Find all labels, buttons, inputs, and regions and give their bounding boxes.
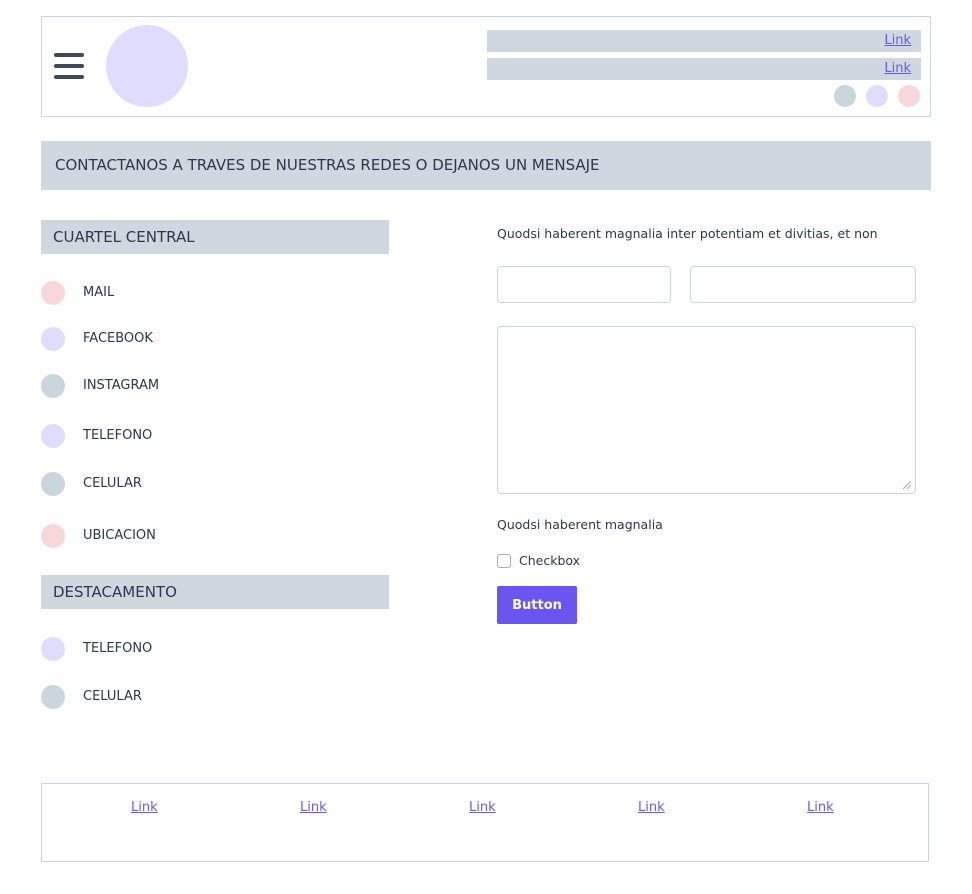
mobile-icon xyxy=(41,472,65,496)
footer-link[interactable]: Link xyxy=(469,800,496,815)
hamburger-menu-icon[interactable] xyxy=(54,53,84,79)
contact-item-celular[interactable]: CELULAR xyxy=(41,472,371,496)
cuartel-central-header: CUARTEL CENTRAL xyxy=(41,220,389,254)
site-header: Link Link xyxy=(41,16,931,117)
logo-placeholder[interactable] xyxy=(106,25,188,107)
contact-item-label: INSTAGRAM xyxy=(83,378,160,393)
name-input[interactable] xyxy=(497,266,671,303)
form-intro-text: Quodsi haberent magnalia inter potentiam… xyxy=(497,226,878,241)
contact-item-label: UBICACION xyxy=(83,528,156,543)
contact-item-label: CELULAR xyxy=(83,476,142,491)
footer-link[interactable]: Link xyxy=(638,800,665,815)
contact-item-telefono[interactable]: TELEFONO xyxy=(41,637,371,661)
header-link-bar: Link xyxy=(487,58,921,80)
header-link-bar: Link xyxy=(487,30,921,52)
contact-item-ubicacion[interactable]: UBICACION xyxy=(41,524,371,548)
social-dot-icon[interactable] xyxy=(866,85,888,107)
submit-button[interactable]: Button xyxy=(497,586,577,624)
phone-icon xyxy=(41,637,65,661)
checkbox[interactable] xyxy=(497,554,511,568)
message-textarea[interactable] xyxy=(497,326,916,494)
instagram-icon xyxy=(41,374,65,398)
email-input[interactable] xyxy=(690,266,916,303)
form-note-text: Quodsi haberent magnalia xyxy=(497,517,663,532)
contact-item-instagram[interactable]: INSTAGRAM xyxy=(41,374,371,398)
contact-item-facebook[interactable]: FACEBOOK xyxy=(41,327,371,351)
contact-item-label: TELEFONO xyxy=(83,428,153,443)
social-dot-icon[interactable] xyxy=(898,85,920,107)
site-footer: Link Link Link Link Link xyxy=(41,783,929,862)
contact-item-label: FACEBOOK xyxy=(83,331,153,346)
facebook-icon xyxy=(41,327,65,351)
section-title: CONTACTANOS A TRAVES DE NUESTRAS REDES O… xyxy=(41,141,931,190)
contact-item-label: TELEFONO xyxy=(83,641,153,656)
contact-item-label: CELULAR xyxy=(83,689,142,704)
contact-item-telefono[interactable]: TELEFONO xyxy=(41,424,371,448)
phone-icon xyxy=(41,424,65,448)
resize-handle-icon[interactable] xyxy=(903,481,911,489)
mobile-icon xyxy=(41,685,65,709)
footer-link[interactable]: Link xyxy=(131,800,158,815)
contact-item-celular[interactable]: CELULAR xyxy=(41,685,371,709)
mail-icon xyxy=(41,281,65,305)
header-link[interactable]: Link xyxy=(884,61,911,76)
contact-item-mail[interactable]: MAIL xyxy=(41,281,371,305)
social-dot-icon[interactable] xyxy=(834,85,856,107)
footer-link[interactable]: Link xyxy=(807,800,834,815)
destacamento-header: DESTACAMENTO xyxy=(41,575,389,609)
checkbox-label[interactable]: Checkbox xyxy=(519,553,580,569)
header-link[interactable]: Link xyxy=(884,33,911,48)
location-icon xyxy=(41,524,65,548)
contact-item-label: MAIL xyxy=(83,285,115,300)
footer-link[interactable]: Link xyxy=(300,800,327,815)
